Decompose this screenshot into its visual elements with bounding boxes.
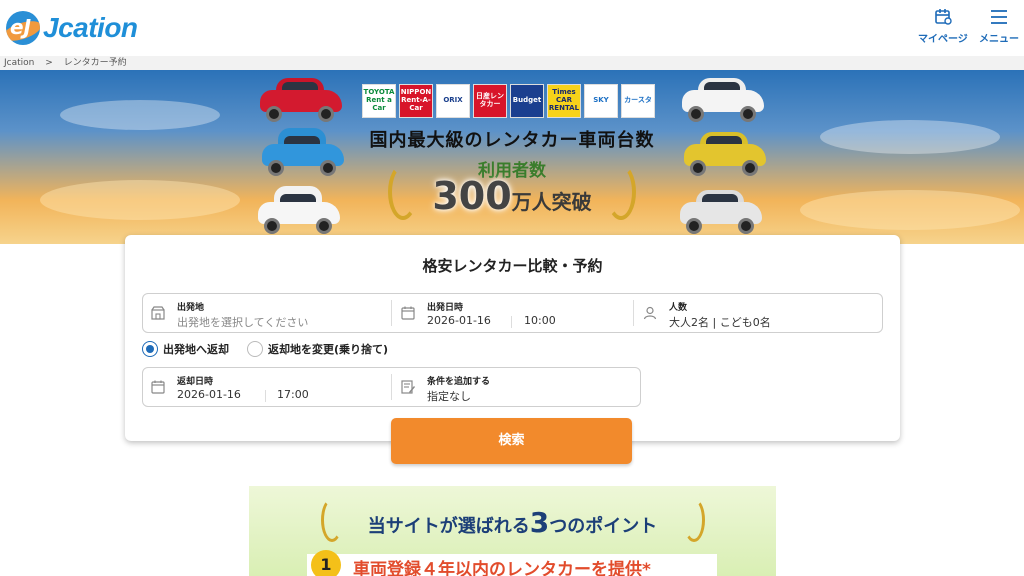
radio-selected-icon xyxy=(142,341,158,357)
departure-place-placeholder: 出発地を選択してください xyxy=(177,316,309,329)
hamburger-menu-icon xyxy=(991,10,1007,24)
conditions-field[interactable]: 条件を追加する 指定なし xyxy=(393,368,641,406)
brand-logo: カースタ xyxy=(621,84,655,118)
people-value: 大人2名 | こども0名 xyxy=(669,316,771,329)
hero-banner: TOYOTA Rent a Car NIPPON Rent-A-Car ORIX… xyxy=(0,70,1024,244)
brand-logo: Budget xyxy=(510,84,544,118)
search-row-return: 返却日時 2026-01-16 17:00 条件を追加する 指定なし xyxy=(142,367,641,407)
search-button[interactable]: 検索 xyxy=(391,418,632,464)
rental-brand-logos: TOYOTA Rent a Car NIPPON Rent-A-Car ORIX… xyxy=(362,84,655,118)
brand-logo: TOYOTA Rent a Car xyxy=(362,84,396,118)
departure-place-label: 出発地 xyxy=(177,303,205,313)
return-location-options: 出発地へ返却 返却地を変更(乗り捨て) xyxy=(142,341,388,357)
users-count: 300万人突破 xyxy=(432,174,592,218)
car-image-white-suv xyxy=(678,74,768,124)
people-label: 人数 xyxy=(669,303,688,313)
return-datetime-label: 返却日時 xyxy=(177,377,214,387)
brand-logo: Times CAR RENTAL xyxy=(547,84,581,118)
search-row-departure: 出発地 出発地を選択してください 出発日時 2026-01-16 10:00 人… xyxy=(142,293,883,333)
logo-mark-icon: eJ xyxy=(6,11,40,45)
conditions-value: 指定なし xyxy=(427,390,471,403)
site-header: eJ Jcation マイページ メニュー xyxy=(0,0,1024,56)
return-time: 17:00 xyxy=(277,388,309,401)
breadcrumb-current: レンタカー予約 xyxy=(63,58,127,68)
menu-label: メニュー xyxy=(979,34,1019,45)
promo-section: 当サイトが選ばれる3つのポイント 車両登録４年以内のレンタカーを提供* 1 xyxy=(249,486,776,576)
breadcrumb: Jcation > レンタカー予約 xyxy=(0,56,1024,70)
car-image-red xyxy=(256,74,346,124)
breadcrumb-separator: > xyxy=(45,58,53,68)
brand-logo: SKY xyxy=(584,84,618,118)
return-different-radio[interactable]: 返却地を変更(乗り捨て) xyxy=(247,341,388,357)
departure-time: 10:00 xyxy=(524,314,556,327)
return-datetime-field[interactable]: 返却日時 2026-01-16 17:00 xyxy=(143,368,391,406)
departure-datetime-field[interactable]: 出発日時 2026-01-16 10:00 xyxy=(393,294,633,332)
return-date: 2026-01-16 xyxy=(177,388,241,401)
breadcrumb-home-link[interactable]: Jcation xyxy=(4,58,34,68)
calendar-icon xyxy=(401,306,415,320)
promo-point-number: 1 xyxy=(311,550,341,576)
brand-logo: NIPPON Rent-A-Car xyxy=(399,84,433,118)
search-form-title: 格安レンタカー比較・予約 xyxy=(422,257,603,275)
departure-date: 2026-01-16 xyxy=(427,314,491,327)
calendar-icon xyxy=(935,9,952,25)
person-icon xyxy=(643,306,657,320)
promo-point-item: 車両登録４年以内のレンタカーを提供* xyxy=(307,554,717,576)
departure-datetime-label: 出発日時 xyxy=(427,303,464,313)
people-field[interactable]: 人数 大人2名 | こども0名 xyxy=(635,294,883,332)
mypage-button[interactable]: マイページ xyxy=(918,8,968,45)
radio-unselected-icon xyxy=(247,341,263,357)
return-same-radio[interactable]: 出発地へ返却 xyxy=(142,341,229,357)
search-form-card: 格安レンタカー比較・予約 出発地 出発地を選択してください 出発日時 2026-… xyxy=(125,235,900,441)
edit-list-icon xyxy=(401,380,415,394)
conditions-label: 条件を追加する xyxy=(427,377,491,387)
menu-button[interactable]: メニュー xyxy=(979,8,1019,45)
logo-text: Jcation xyxy=(43,12,138,43)
calendar-icon xyxy=(151,380,165,394)
banner-title: 国内最大級のレンタカー車両台数 xyxy=(369,130,655,151)
departure-place-field[interactable]: 出発地 出発地を選択してください xyxy=(143,294,391,332)
brand-logo: ORIX xyxy=(436,84,470,118)
store-icon xyxy=(151,306,165,320)
site-logo[interactable]: eJ Jcation xyxy=(6,10,138,46)
brand-logo: 日産レンタカー xyxy=(473,84,507,118)
promo-title: 当サイトが選ばれる3つのポイント xyxy=(367,506,658,539)
mypage-label: マイページ xyxy=(918,34,968,45)
